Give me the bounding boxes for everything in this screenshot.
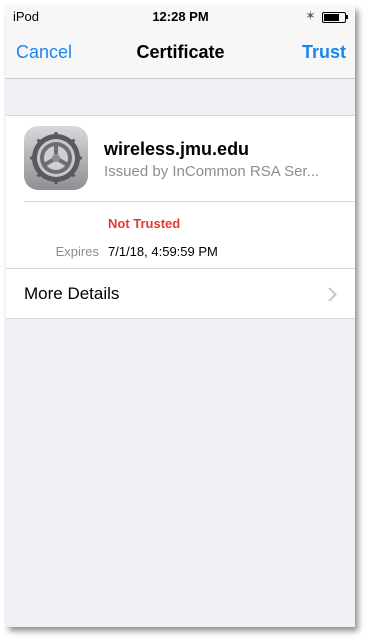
navigation-bar: Cancel Certificate Trust [6,26,355,79]
certificate-card: wireless.jmu.edu Issued by InCommon RSA … [6,115,355,319]
status-bar: iPod 12:28 PM ✶ [6,6,355,26]
chevron-right-icon [328,287,337,302]
device-screen: iPod 12:28 PM ✶ Cancel Certificate Trust [6,6,355,627]
settings-gear-icon [24,126,88,190]
bluetooth-icon: ✶ [305,8,316,23]
gear-graphic [30,132,82,184]
battery-fill [324,14,339,21]
battery-icon [322,12,346,23]
divider [24,201,355,202]
certificate-name: wireless.jmu.edu [104,139,250,159]
expires-label: Expires [55,244,99,259]
more-details-row[interactable]: More Details [6,269,355,318]
battery-tip [346,15,348,19]
status-time: 12:28 PM [152,9,209,24]
trust-status-label: Not Trusted [108,216,181,231]
certificate-issuer: Issued by InCommon RSA Ser... [104,163,320,180]
more-details-label: More Details [24,284,120,303]
expires-value: 7/1/18, 4:59:59 PM [108,244,218,259]
trust-button[interactable]: Trust [302,42,346,63]
